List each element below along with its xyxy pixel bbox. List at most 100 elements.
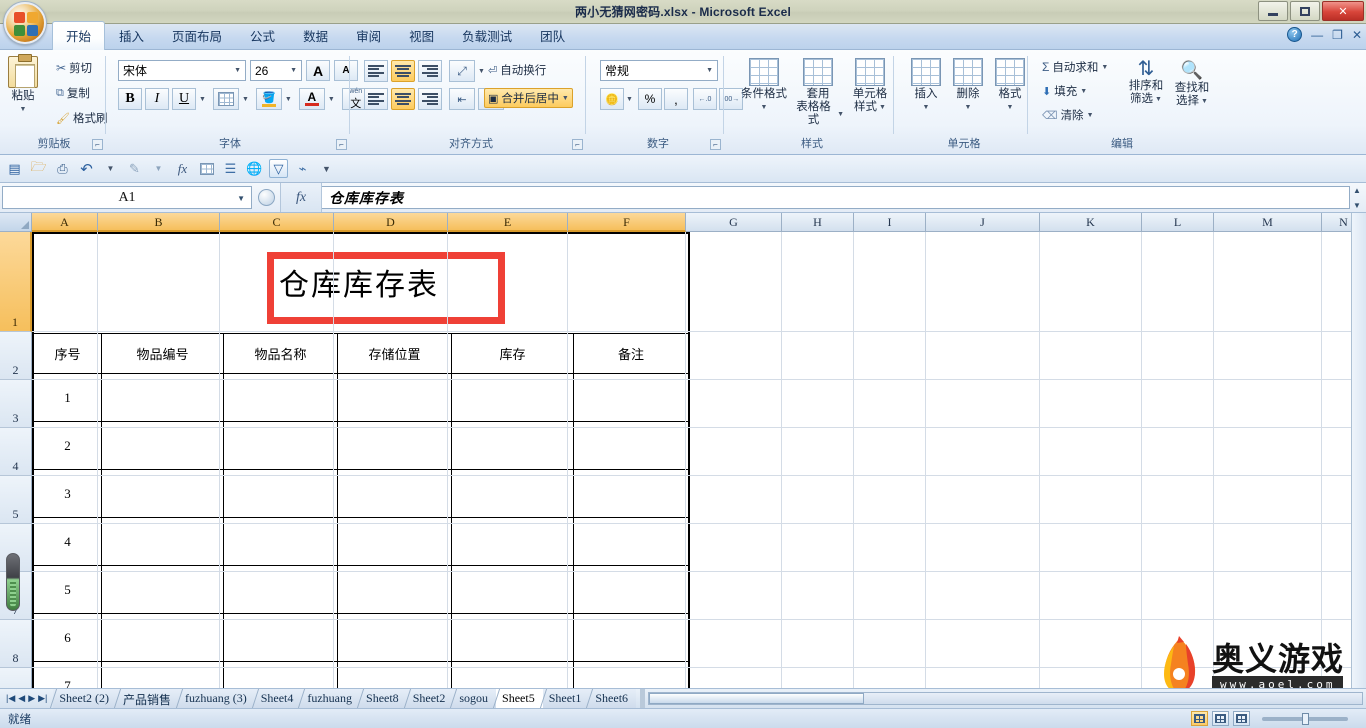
sheet-tab[interactable]: Sheet2 — [406, 689, 454, 708]
number-format-select[interactable]: 常规 ▼ — [600, 60, 718, 81]
number-format-dropdown-icon[interactable]: ▼ — [706, 67, 713, 74]
tab-review[interactable]: 审阅 — [342, 21, 395, 50]
table-data-cell[interactable] — [452, 470, 574, 518]
table-data-cell[interactable] — [102, 518, 224, 566]
cell-styles-button[interactable]: 单元格 样式 ▼ — [848, 58, 892, 114]
conditional-formatting-dropdown-icon[interactable]: ▼ — [761, 101, 768, 114]
table-data-cell[interactable] — [338, 566, 452, 614]
table-data-cell[interactable] — [574, 518, 688, 566]
ribbon-close-icon[interactable]: ✕ — [1352, 28, 1362, 42]
clear-button[interactable]: ⌫ 清除 ▼ — [1038, 105, 1112, 125]
column-header-c[interactable]: C — [220, 213, 334, 232]
table-header-cell[interactable]: 存储位置 — [338, 334, 452, 374]
column-header-m[interactable]: M — [1214, 213, 1322, 232]
page-layout-view-button[interactable] — [1212, 711, 1229, 726]
tab-data[interactable]: 数据 — [289, 21, 342, 50]
column-header-g[interactable]: G — [686, 213, 782, 232]
orientation-button[interactable]: ⤢ — [449, 60, 475, 82]
underline-dropdown-icon[interactable]: ▼ — [199, 96, 206, 103]
formula-bar-expand[interactable] — [252, 183, 280, 212]
find-select-dropdown-icon[interactable]: ▼ — [1201, 95, 1208, 108]
clear-dropdown-icon[interactable]: ▼ — [1087, 112, 1094, 119]
delete-cells-dropdown-icon[interactable]: ▼ — [965, 101, 972, 114]
table-data-cell[interactable] — [452, 518, 574, 566]
row-header-9[interactable]: 9 — [0, 668, 32, 688]
cell-styles-dropdown-icon[interactable]: ▼ — [879, 101, 886, 114]
name-box[interactable]: A1 ▼ — [2, 186, 252, 209]
ribbon-restore-icon[interactable]: ❐ — [1332, 28, 1343, 42]
formula-scroll-up-icon[interactable]: ▲ — [1350, 186, 1364, 195]
autosum-button[interactable]: Σ 自动求和 ▼ — [1038, 57, 1112, 77]
number-dialog-launcher[interactable]: ⌐ — [710, 139, 721, 150]
grid-area[interactable]: 序号物品编号物品名称存储位置库存备注1234567 仓库库存表 Baidu ji… — [32, 232, 1366, 688]
table-data-cell[interactable] — [574, 662, 688, 688]
vertical-scrollbar[interactable] — [1351, 213, 1366, 688]
close-button[interactable]: ✕ — [1322, 1, 1364, 21]
table-data-cell[interactable] — [574, 614, 688, 662]
row-header-8[interactable]: 8 — [0, 620, 32, 668]
clipboard-dialog-launcher[interactable]: ⌐ — [92, 139, 103, 150]
sheet-tab[interactable]: sogou — [453, 689, 497, 708]
table-data-cell[interactable] — [338, 614, 452, 662]
fill-button[interactable]: ⬇ 填充 ▼ — [1038, 81, 1112, 101]
merge-center-button[interactable]: ▣ 合并后居中 ▼ — [484, 88, 573, 108]
sheet-tab[interactable]: Sheet8 — [360, 689, 407, 708]
row-header-4[interactable]: 4 — [0, 428, 32, 476]
formula-bar-scroll[interactable]: ▲ ▼ — [1350, 186, 1364, 210]
last-sheet-icon[interactable]: ▶| — [38, 693, 47, 704]
ribbon-minimize-icon[interactable]: — — [1311, 28, 1323, 42]
tab-page-layout[interactable]: 页面布局 — [158, 21, 236, 50]
fill-color-button[interactable]: 🪣 — [255, 88, 282, 110]
fill-dropdown-icon[interactable]: ▼ — [1080, 88, 1087, 95]
font-size-select[interactable]: 26 ▼ — [250, 60, 302, 81]
middle-align-button[interactable] — [391, 60, 415, 82]
align-center-button[interactable] — [391, 88, 415, 110]
table-header-cell[interactable]: 物品名称 — [224, 334, 338, 374]
font-family-dropdown-icon[interactable]: ▼ — [234, 67, 241, 74]
page-break-view-button[interactable] — [1233, 711, 1250, 726]
tab-home[interactable]: 开始 — [52, 21, 106, 51]
italic-button[interactable]: I — [145, 88, 169, 110]
row-header-1[interactable]: 1 — [0, 232, 32, 332]
table-data-cell[interactable] — [102, 614, 224, 662]
sheet-tab[interactable]: Sheet5 — [496, 689, 543, 708]
office-button[interactable] — [4, 2, 46, 44]
copy-button[interactable]: ⧉ 复制 — [52, 83, 111, 103]
table-data-cell[interactable] — [452, 374, 574, 422]
formula-scroll-down-icon[interactable]: ▼ — [1350, 201, 1364, 210]
font-size-dropdown-icon[interactable]: ▼ — [290, 67, 297, 74]
table-data-cell[interactable] — [224, 374, 338, 422]
table-row-index-cell[interactable]: 5 — [34, 566, 102, 614]
font-dialog-launcher[interactable]: ⌐ — [336, 139, 347, 150]
table-row-index-cell[interactable]: 1 — [34, 374, 102, 422]
zoom-slider[interactable] — [1262, 712, 1348, 725]
hscroll-thumb[interactable] — [649, 693, 865, 704]
table-row-index-cell[interactable]: 4 — [34, 518, 102, 566]
table-data-cell[interactable] — [224, 470, 338, 518]
sheet-tab[interactable]: Sheet1 — [542, 689, 590, 708]
filter-icon[interactable]: ▽ — [269, 159, 288, 178]
list-icon[interactable]: ☰ — [221, 159, 240, 178]
table-data-cell[interactable] — [224, 566, 338, 614]
bottom-align-button[interactable] — [418, 60, 442, 82]
minimize-button[interactable] — [1258, 1, 1288, 21]
column-header-a[interactable]: A — [32, 213, 98, 232]
normal-view-button[interactable] — [1191, 711, 1208, 726]
tab-view[interactable]: 视图 — [395, 21, 448, 50]
table-data-cell[interactable] — [452, 422, 574, 470]
table-data-cell[interactable] — [338, 662, 452, 688]
maximize-button[interactable] — [1290, 1, 1320, 21]
find-select-button[interactable]: 🔍 查找和 选择 ▼ — [1170, 58, 1214, 108]
table-row-index-cell[interactable]: 6 — [34, 614, 102, 662]
sort-filter-button[interactable]: ⇅ 排序和 筛选 ▼ — [1124, 58, 1168, 106]
table-data-cell[interactable] — [338, 518, 452, 566]
sheet-tab[interactable]: Sheet4 — [254, 689, 302, 708]
table-data-cell[interactable] — [574, 374, 688, 422]
format-as-table-dropdown-icon[interactable]: ▼ — [837, 108, 844, 121]
table-data-cell[interactable] — [224, 518, 338, 566]
horizontal-scrollbar[interactable] — [648, 692, 1363, 705]
underline-button[interactable]: U — [172, 88, 196, 110]
insert-function-button[interactable]: fx — [280, 183, 322, 212]
format-cells-button[interactable]: 格式 ▼ — [992, 58, 1028, 114]
align-left-button[interactable] — [364, 88, 388, 110]
